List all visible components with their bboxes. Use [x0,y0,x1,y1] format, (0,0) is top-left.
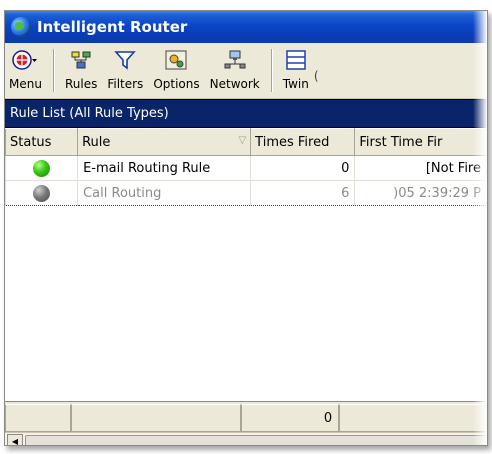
network-icon [224,48,246,72]
twin-button[interactable]: Twin [278,43,314,98]
rules-label: Rules [64,77,98,91]
totals-times-fired-cell: 0 [240,404,340,432]
network-button[interactable]: Network [205,43,265,98]
menu-globe-icon [12,48,38,72]
twin-icon [285,48,307,72]
menu-button[interactable]: Menu [5,43,47,98]
first-time-cell: [Not Fire [354,155,487,181]
options-button[interactable]: Options [148,43,204,98]
funnel-icon [114,48,137,72]
app-window: Intelligent Router Menu Rules Filters Op… [4,10,488,446]
filters-button[interactable]: Filters [102,43,148,98]
twin-label: Twin [282,77,309,91]
rule-grid: Status Rule ▽ Times Fired First Time Fir… [5,128,487,402]
options-icon [165,48,187,72]
column-header-rule[interactable]: Rule ▽ [77,128,252,156]
rules-icon [70,48,92,72]
totals-row: 0 [5,404,487,432]
first-time-cell: )05 2:39:29 P [354,180,487,206]
status-cell [5,180,79,206]
table-row[interactable]: Call Routing 6 )05 2:39:29 P [5,180,487,206]
table-row[interactable]: E-mail Routing Rule 0 [Not Fire [5,155,487,181]
column-header-rule-label: Rule [82,134,111,150]
scrollbar-thumb[interactable] [25,435,487,445]
status-cell [5,155,79,181]
network-label: Network [209,77,260,91]
status-inactive-icon [33,184,51,202]
totals-first-time-cell [339,404,487,432]
totals-status-cell [5,404,72,432]
times-fired-cell: 6 [250,180,356,206]
status-active-icon [33,159,51,177]
toolbar-overflow[interactable]: ( [314,43,319,98]
menu-label: Menu [9,77,42,91]
filters-label: Filters [107,77,144,91]
rules-button[interactable]: Rules [60,43,102,98]
toolbar-separator [270,49,272,92]
horizontal-scrollbar[interactable]: ◀ [5,432,487,445]
totals-rule-cell [71,404,241,432]
window-title: Intelligent Router [37,18,188,36]
rule-list-header: Rule List (All Rule Types) [5,99,487,128]
scroll-left-icon[interactable]: ◀ [7,434,23,445]
options-label: Options [153,77,200,91]
globe-icon [11,17,31,37]
column-header-status[interactable]: Status [5,128,79,156]
title-bar[interactable]: Intelligent Router [5,11,487,43]
sort-indicator-icon: ▽ [238,134,247,146]
rule-name-cell: Call Routing [77,180,252,206]
times-fired-cell: 0 [250,155,356,181]
toolbar-separator [52,49,54,92]
toolbar: Menu Rules Filters Options Network Twin … [5,43,487,99]
rule-name-cell: E-mail Routing Rule [77,155,252,181]
column-header-first-time[interactable]: First Time Fir [354,128,487,156]
column-header-times-fired[interactable]: Times Fired [250,128,356,156]
